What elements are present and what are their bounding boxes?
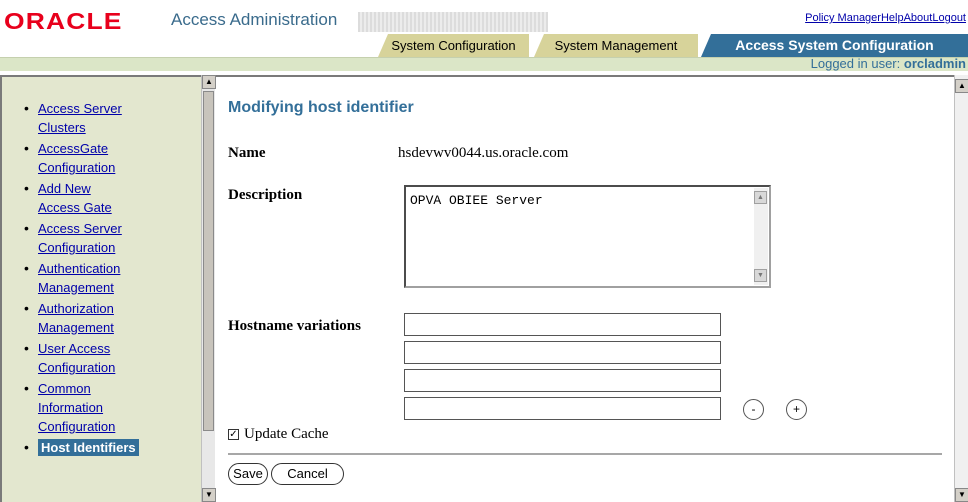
update-cache-row: ✓ Update Cache — [228, 426, 329, 443]
save-button[interactable]: Save — [228, 463, 268, 485]
hostname-variation-input[interactable] — [404, 341, 721, 364]
nav-item-access-server-clusters: Access ServerClusters — [24, 99, 184, 137]
main-content-frame: Modifying host identifier Name hsdevwv00… — [216, 75, 954, 502]
hostname-variations-label: Hostname variations — [228, 318, 361, 334]
hostname-variation-input[interactable] — [404, 369, 721, 392]
nav-link-access-server-clusters[interactable]: Access Server Clusters — [38, 101, 122, 135]
cancel-button[interactable]: Cancel — [271, 463, 344, 485]
global-links: Policy ManagerHelpAboutLogout — [805, 12, 966, 24]
name-value: hsdevwv0044.us.oracle.com — [398, 145, 569, 161]
logout-link[interactable]: Logout — [932, 12, 966, 24]
nav-item-user-access-configuration: User AccessConfiguration — [24, 339, 184, 377]
nav-item-accessgate-configuration: AccessGateConfiguration — [24, 139, 184, 177]
nav-link-host-identifiers[interactable]: Host Identifiers — [38, 439, 139, 456]
hostname-variation-input[interactable] — [404, 397, 721, 420]
tab-system-management[interactable]: System Management — [534, 34, 698, 57]
nav-item-add-new-access-gate: Add NewAccess Gate — [24, 179, 184, 217]
update-cache-checkbox[interactable]: ✓ — [228, 429, 239, 441]
help-link[interactable]: Help — [881, 12, 904, 24]
nav-item-common-information-configuration: CommonInformationConfiguration — [24, 379, 184, 436]
tab-system-configuration[interactable]: System Configuration — [378, 34, 529, 57]
nav-link-common-information-configuration[interactable]: Common Information Configuration — [38, 381, 115, 434]
tab-access-system-configuration[interactable]: Access System Configuration — [701, 34, 968, 57]
page-title: Modifying host identifier — [228, 99, 414, 116]
hostname-variation-input[interactable] — [404, 313, 721, 336]
remove-hostname-button[interactable]: - — [743, 399, 764, 420]
left-nav-frame: Access ServerClusters AccessGateConfigur… — [0, 75, 201, 502]
description-textarea[interactable]: OPVA OBIEE Server ▲ ▼ — [404, 185, 771, 288]
nav-item-authentication-management: AuthenticationManagement — [24, 259, 184, 297]
nav-item-host-identifiers: Host Identifiers — [24, 438, 184, 457]
description-label: Description — [228, 187, 303, 203]
name-label: Name — [228, 145, 266, 161]
update-cache-label: Update Cache — [244, 426, 329, 442]
scroll-thumb[interactable] — [203, 91, 214, 431]
left-nav-list: Access ServerClusters AccessGateConfigur… — [24, 99, 184, 459]
nav-item-access-server-configuration: Access ServerConfiguration — [24, 219, 184, 257]
header: ORACLE Access Administration Policy Mana… — [0, 0, 968, 71]
nav-link-accessgate-configuration[interactable]: AccessGate Configuration — [38, 141, 115, 175]
about-link[interactable]: About — [904, 12, 933, 24]
logged-in-user: Logged in user: orcladmin — [811, 57, 966, 71]
description-text: OPVA OBIEE Server — [410, 193, 543, 208]
login-username: orcladmin — [903, 56, 966, 71]
divider — [228, 453, 942, 455]
nav-link-user-access-configuration[interactable]: User Access Configuration — [38, 341, 115, 375]
left-nav-scrollbar[interactable]: ▲ ▼ — [201, 75, 216, 502]
policy-manager-link[interactable]: Policy Manager — [805, 12, 881, 24]
nav-link-authentication-management[interactable]: Authentication Management — [38, 261, 120, 295]
scroll-down-arrow-icon[interactable]: ▼ — [202, 488, 216, 502]
login-prefix: Logged in user: — [810, 56, 901, 71]
scroll-up-arrow-icon[interactable]: ▲ — [754, 191, 767, 204]
nav-link-add-new-access-gate[interactable]: Add New Access Gate — [38, 181, 112, 215]
scroll-down-arrow-icon[interactable]: ▼ — [754, 269, 767, 282]
nav-link-authorization-management[interactable]: Authorization Management — [38, 301, 114, 335]
nav-item-authorization-management: AuthorizationManagement — [24, 299, 184, 337]
nav-link-access-server-configuration[interactable]: Access Server Configuration — [38, 221, 122, 255]
title-bar-pattern — [358, 12, 548, 32]
scroll-up-arrow-icon[interactable]: ▲ — [955, 79, 968, 93]
add-hostname-button[interactable]: + — [786, 399, 807, 420]
scroll-up-arrow-icon[interactable]: ▲ — [202, 75, 216, 89]
main-scrollbar[interactable]: ▲ ▼ — [954, 75, 968, 502]
oracle-logo: ORACLE — [4, 8, 123, 34]
scroll-down-arrow-icon[interactable]: ▼ — [955, 488, 968, 502]
description-scrollbar[interactable]: ▲ ▼ — [754, 188, 768, 285]
app-title: Access Administration — [171, 10, 338, 29]
